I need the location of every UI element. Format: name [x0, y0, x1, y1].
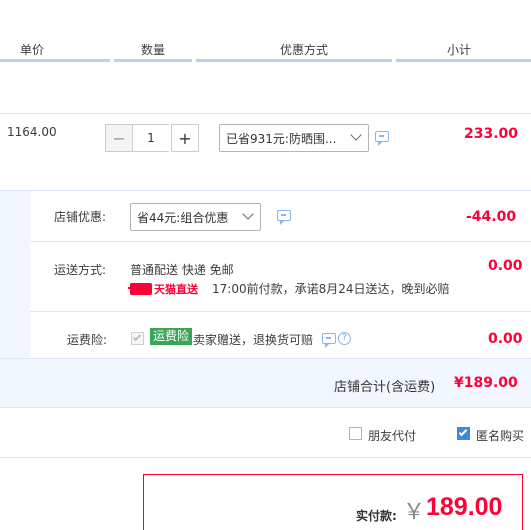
shop-discount-value: -44.00 — [466, 209, 517, 225]
chevron-down-icon — [242, 208, 254, 220]
header-underline — [114, 59, 192, 62]
shop-discount-select-value: 省44元:组合优惠 — [137, 210, 229, 225]
item-subtotal: 233.00 — [464, 126, 519, 142]
help-icon[interactable]: ? — [338, 332, 351, 345]
shop-total-label: 店铺合计(含运费) — [334, 380, 436, 395]
payment-amount: 189.00 — [426, 493, 503, 521]
insurance-note: 卖家赠送，退换货可赔 — [193, 333, 314, 347]
message-icon[interactable] — [322, 333, 336, 348]
header-underline — [0, 59, 110, 62]
shipping-value: 0.00 — [488, 258, 523, 274]
shop-discount-label: 店铺优惠: — [54, 210, 107, 224]
quantity-stepper[interactable]: − 1 + — [105, 124, 199, 152]
header-underline — [396, 59, 531, 62]
item-discount-select-value: 已省931元:防晒围... — [226, 131, 337, 146]
quantity-input[interactable]: 1 — [133, 124, 169, 152]
tmall-logo-icon — [128, 283, 152, 295]
insurance-badge: 运费险 — [150, 328, 193, 345]
quantity-plus-button[interactable]: + — [171, 124, 199, 152]
payment-label: 实付款: — [356, 509, 397, 523]
shop-discount-select[interactable]: 省44元:组合优惠 — [130, 203, 261, 231]
shipping-label: 运送方式: — [54, 263, 107, 277]
item-discount-select[interactable]: 已省931元:防晒围... — [219, 124, 369, 152]
divider — [30, 241, 531, 242]
friend-pay-label: 朋友代付 — [368, 429, 417, 443]
message-icon[interactable] — [375, 131, 389, 146]
shipping-note: 17:00前付款，承诺8月24日送达，晚到必赔 — [212, 282, 450, 296]
divider — [0, 457, 531, 458]
header-underline — [196, 59, 392, 62]
unit-price: 1164.00 — [7, 125, 57, 139]
chevron-down-icon — [350, 129, 362, 141]
anonymous-label: 匿名购买 — [476, 429, 525, 443]
anonymous-checkbox[interactable] — [457, 427, 470, 440]
tmall-direct-badge: 天猫直送 — [128, 281, 198, 297]
divider — [30, 311, 531, 312]
insurance-checkbox — [131, 332, 144, 345]
header-subtotal: 小计 — [447, 43, 472, 57]
message-icon[interactable] — [277, 210, 291, 225]
header-discount: 优惠方式 — [280, 43, 329, 57]
shipping-method: 普通配送 快递 免邮 — [130, 263, 234, 277]
divider — [0, 113, 531, 114]
insurance-label: 运费险: — [67, 333, 108, 347]
payment-currency: ￥ — [403, 500, 426, 525]
friend-pay-checkbox[interactable] — [349, 427, 362, 440]
divider — [0, 358, 531, 359]
insurance-value: 0.00 — [488, 331, 523, 347]
shop-total-value: ¥189.00 — [454, 375, 518, 391]
tmall-direct-name: 天猫直送 — [154, 283, 198, 296]
header-unit-price: 单价 — [20, 43, 45, 57]
quantity-minus-button[interactable]: − — [105, 124, 133, 152]
header-quantity: 数量 — [141, 43, 166, 57]
cart-header: 单价 数量 优惠方式 小计 — [0, 0, 531, 62]
